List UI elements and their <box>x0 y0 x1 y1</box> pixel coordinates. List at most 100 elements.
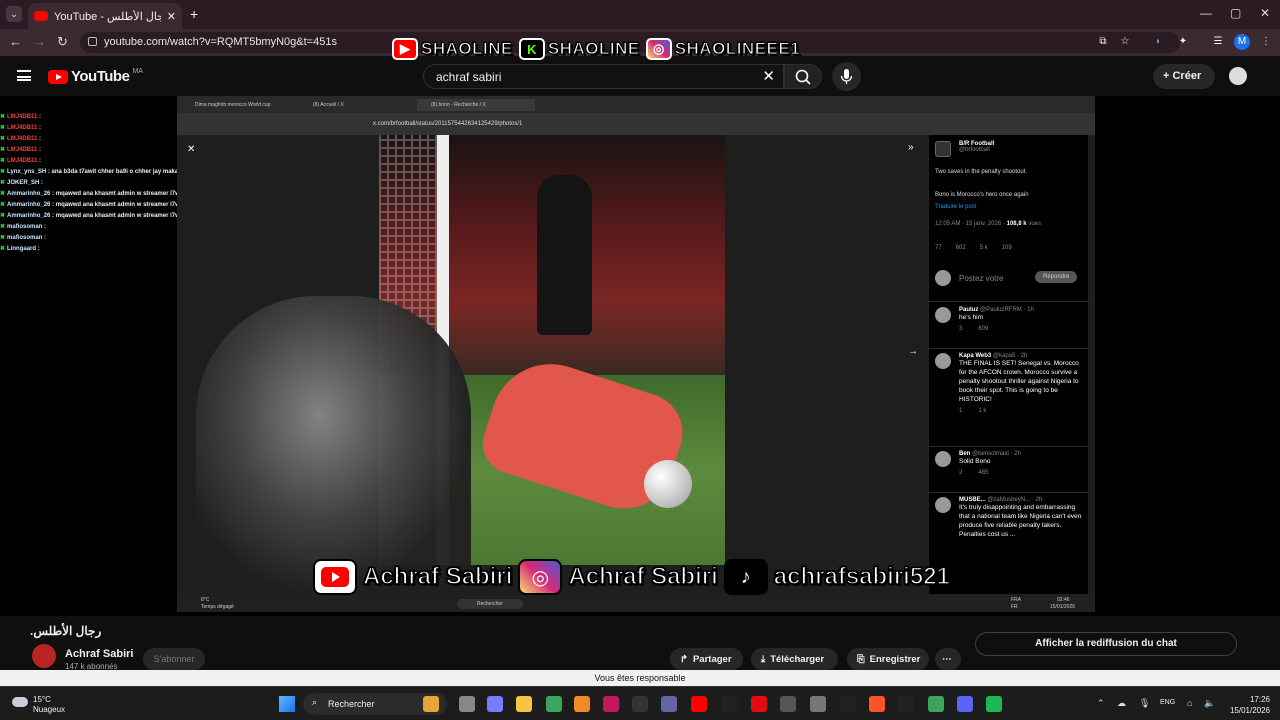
bookmark-icon: ⎘ <box>857 653 865 665</box>
chat-username: Ammarinho_26 <box>7 213 51 219</box>
profile-avatar[interactable]: M <box>1234 34 1250 50</box>
search-input[interactable]: achraf sabiri ✕ <box>423 64 784 89</box>
vlc-icon[interactable] <box>574 696 590 712</box>
network-icon[interactable]: ⌂ <box>1187 698 1192 708</box>
spotify-icon[interactable] <box>986 696 1002 712</box>
new-tab-button[interactable]: + <box>190 6 198 22</box>
task-view-icon[interactable] <box>459 696 475 712</box>
captured-lang: FRA <box>1011 597 1021 603</box>
tradingview-icon[interactable] <box>898 696 914 712</box>
forward-icon[interactable]: → <box>33 34 46 49</box>
browser-tab-youtube[interactable]: YouTube - رجال الأطلس. ✕ <box>28 3 182 29</box>
app-icon[interactable] <box>603 696 619 712</box>
onedrive-icon[interactable]: ☁ <box>1117 698 1126 709</box>
weather-widget[interactable]: 15°C Nuageux <box>12 695 65 715</box>
chrome-icon[interactable] <box>546 696 562 712</box>
channel-avatar[interactable] <box>32 644 56 668</box>
share-button[interactable]: ↱ Partager <box>670 648 743 670</box>
banner-text: SHAOLINE <box>421 39 513 59</box>
close-window-button[interactable]: ✕ <box>1260 6 1270 20</box>
minimize-button[interactable]: — <box>1200 6 1212 20</box>
create-button[interactable]: + Créer <box>1153 64 1215 89</box>
youtube-icon[interactable] <box>691 696 707 712</box>
food-app-icon[interactable] <box>423 696 439 712</box>
close-tab-icon[interactable]: ✕ <box>167 10 176 23</box>
chat-text: ana b3da t7awit chher ba9i o chher jay m… <box>51 169 197 175</box>
tab-list-button[interactable]: ⌄ <box>6 6 22 22</box>
menu-kebab-icon[interactable]: ⋮ <box>1258 34 1274 50</box>
bookmark-star-icon[interactable]: ☆ <box>1117 34 1133 50</box>
extension-icon[interactable]: ◗ <box>1150 34 1166 50</box>
tweet-views-label: vues <box>1028 221 1041 227</box>
subscribe-button[interactable]: S'abonner <box>143 648 205 670</box>
reading-list-icon[interactable]: ☰ <box>1210 34 1226 50</box>
instagram-icon: ◎ <box>518 559 563 595</box>
reply-text: Solid Bono <box>959 458 991 465</box>
account-avatar[interactable] <box>1229 67 1247 85</box>
file-explorer-icon[interactable] <box>516 696 532 712</box>
tweet-reply: Pauluz @PauluzRFRM · 1h he's him 3 609 <box>935 307 1083 332</box>
kick-badge-icon: ✖ <box>0 114 6 120</box>
fn-app-icon[interactable] <box>721 696 737 712</box>
reply-avatar <box>935 270 951 286</box>
xm-app-icon[interactable] <box>840 696 856 712</box>
windows-start-icon[interactable] <box>279 696 295 712</box>
save-button[interactable]: ⎘ Enregistrer <box>847 648 929 670</box>
chat-username: LMJ4DB11 <box>7 114 38 120</box>
reply-user-handle: @PauluzRFRM · 1h <box>980 307 1034 313</box>
chat-replay-button[interactable]: Afficher la rediffusion du chat <box>975 632 1237 656</box>
reload-icon[interactable]: ↻ <box>57 34 68 50</box>
install-app-icon[interactable]: ⧉ <box>1095 34 1111 50</box>
app-icon[interactable] <box>928 696 944 712</box>
site-info-icon[interactable] <box>88 37 97 46</box>
chevron-up-icon[interactable]: ⌃ <box>1097 698 1105 709</box>
chat-username: LMJ4DB11 <box>7 158 38 164</box>
like-count: 5 k <box>979 245 988 251</box>
banner-name: Achraf Sabiri <box>362 562 513 591</box>
youtube-logo[interactable]: YouTube MA <box>48 68 143 85</box>
captured-tab: (8) Accueil / X <box>313 102 344 108</box>
discord-icon[interactable] <box>957 696 973 712</box>
channel-name[interactable]: Achraf Sabiri <box>65 648 133 660</box>
language-indicator[interactable]: ENG <box>1160 699 1175 706</box>
maximize-button[interactable]: ▢ <box>1230 6 1241 20</box>
br-avatar <box>935 141 951 157</box>
chat-username: Ammarinho_26 <box>7 191 51 197</box>
download-button[interactable]: ⤓ Télécharger <box>751 648 838 670</box>
banner-text: SHAOLINEEE1 <box>674 39 801 59</box>
menu-hamburger-icon[interactable] <box>17 70 31 81</box>
chat-username: Ammarinho_26 <box>7 202 51 208</box>
back-icon[interactable]: ← <box>9 34 22 49</box>
volume-icon[interactable]: 🔈 <box>1204 698 1215 709</box>
more-actions-button[interactable]: ⋯ <box>935 648 961 670</box>
app-icon[interactable] <box>632 696 648 712</box>
chat-separator: : <box>42 224 47 230</box>
search-value: achraf sabiri <box>436 70 502 84</box>
search-icon <box>795 69 811 85</box>
responsible-banner: Vous êtes responsable <box>0 670 1280 686</box>
clear-search-icon[interactable]: ✕ <box>762 67 775 85</box>
search-button[interactable] <box>784 64 822 89</box>
app-icon[interactable] <box>780 696 796 712</box>
copilot-icon[interactable] <box>487 696 503 712</box>
bookmark-count: 109 <box>1001 245 1012 251</box>
chat-separator: : <box>37 147 42 153</box>
voice-search-button[interactable] <box>832 62 861 91</box>
brave-icon[interactable] <box>869 696 885 712</box>
chat-separator: : <box>39 180 44 186</box>
app-icon[interactable] <box>810 696 826 712</box>
chat-separator: : <box>42 235 47 241</box>
referee-figure <box>537 175 592 335</box>
clock[interactable]: 17:26 15/01/2026 <box>1222 694 1270 716</box>
netflix-icon[interactable] <box>751 696 767 712</box>
banner-text: SHAOLINE <box>547 39 640 59</box>
kick-badge-icon: ✖ <box>0 158 6 164</box>
microphone-icon[interactable]: 🎙 <box>1139 698 1150 709</box>
close-photo-icon: ✕ <box>187 144 196 155</box>
share-icon: ↱ <box>680 653 688 665</box>
tweet-reply: Ben @bensotmaxi · 2h Solid Bono 2 485 <box>935 451 1083 476</box>
kick-badge-icon: ✖ <box>0 191 6 197</box>
extensions-puzzle-icon[interactable]: ✦ <box>1175 34 1191 50</box>
tweet-time: 12:05 AM · 15 janv. 2026 · <box>935 221 1005 227</box>
teams-icon[interactable] <box>661 696 677 712</box>
